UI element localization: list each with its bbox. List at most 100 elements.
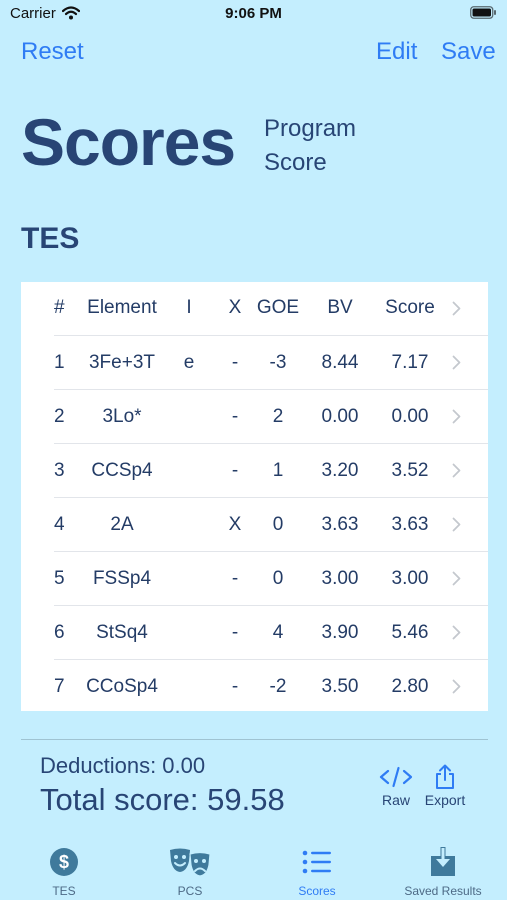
row-bonus: - [231,568,239,589]
row-score: 3.00 [391,568,429,589]
section-title-tes: TES [21,222,80,255]
subtitle-line-2: Score [264,149,327,176]
row-score: 5.46 [391,622,429,643]
row-score: 3.63 [391,514,429,535]
elements-table: # Element I X GOE BV Score 1 3Fe+3T e - … [21,282,488,711]
row-info: e [183,352,195,373]
row-element: 2A [110,514,134,535]
row-element: StSq4 [96,622,148,643]
row-number: 6 [54,622,65,643]
row-bv: 3.63 [321,514,359,535]
list-bullet-icon [302,850,331,874]
row-score: 3.52 [391,460,429,481]
chevron-right-icon [452,679,461,694]
row-bonus: - [231,622,239,643]
deductions-label: Deductions: 0.00 [40,753,206,778]
row-score: 7.17 [391,352,429,373]
row-number: 1 [54,352,65,373]
row-bv: 3.20 [321,460,359,481]
export-button[interactable]: Export [420,764,470,808]
tab-pcs[interactable]: PCS [150,846,230,898]
row-bonus: - [231,352,239,373]
tab-scores[interactable]: Scores [277,846,357,898]
row-goe: 2 [272,406,284,427]
reset-button[interactable]: Reset [21,38,84,66]
row-goe: -2 [269,676,287,697]
row-info [176,390,202,444]
row-bv: 3.50 [321,676,359,697]
download-tray-icon [431,847,455,876]
raw-button[interactable]: Raw [376,764,416,808]
row-info [176,498,202,552]
theater-masks-icon [170,848,211,877]
chevron-right-icon [452,301,461,316]
subtitle-line-1: Program [264,115,357,142]
row-number: 2 [54,406,65,427]
row-bv: 3.00 [321,568,359,589]
tab-saved-results[interactable]: Saved Results [393,846,493,898]
row-bonus: - [231,460,239,481]
tab-scores-label: Scores [298,884,336,898]
row-score: 2.80 [391,676,429,697]
header-element: Element [87,297,157,318]
battery-icon [470,6,496,19]
export-label: Export [424,792,466,808]
svg-text:$: $ [59,852,69,872]
tab-tes[interactable]: $ TES [24,846,104,898]
chevron-right-icon [452,463,461,478]
row-element: CCoSp4 [86,676,158,697]
chevron-right-icon [452,355,461,370]
row-element: 3Fe+3T [88,352,155,373]
row-goe: 0 [272,514,284,535]
row-info [176,606,202,660]
tab-pcs-label: PCS [177,884,203,898]
table-row[interactable]: 6 StSq4 - 4 3.90 5.46 [54,606,488,660]
chevron-right-icon [452,409,461,424]
row-info [176,444,202,498]
raw-label: Raw [381,792,410,808]
row-number: 7 [54,676,65,697]
table-row[interactable]: 2 3Lo* - 2 0.00 0.00 [54,390,488,444]
table-row[interactable]: 5 FSSp4 - 0 3.00 3.00 [54,552,488,606]
header-number: # [54,297,65,318]
row-info [176,552,202,606]
status-time: 9:06 PM [225,5,282,22]
chevron-right-icon [452,625,461,640]
table-row[interactable]: 4 2A X 0 3.63 3.63 [54,498,488,552]
status-bar: Carrier 9:06 PM [0,0,507,30]
header-score: Score [385,297,435,318]
row-bonus: - [231,676,239,697]
total-score-label: Total score: 59.58 [40,782,285,817]
tab-saved-label: Saved Results [404,884,482,898]
table-header-row: # Element I X GOE BV Score [54,282,488,336]
row-number: 5 [54,568,65,589]
page-title: Scores [21,105,236,179]
table-row[interactable]: 1 3Fe+3T e - -3 8.44 7.17 [54,336,488,390]
header-goe: GOE [256,297,300,318]
summary-divider [21,739,488,740]
header-bonus: X [228,297,242,318]
row-bonus: - [231,406,239,427]
row-goe: 1 [272,460,284,481]
row-number: 3 [54,460,65,481]
edit-button[interactable]: Edit [376,38,417,66]
row-goe: 4 [272,622,284,643]
chevron-right-icon [452,571,461,586]
row-bv: 8.44 [321,352,359,373]
page-subtitle: Program Score [264,112,356,180]
header-info: I [186,297,192,318]
row-element: FSSp4 [92,568,152,589]
scores-screen: Carrier 9:06 PM Reset Edit Save Scores P… [0,0,507,900]
code-icon [379,766,413,788]
table-row[interactable]: 3 CCSp4 - 1 3.20 3.52 [54,444,488,498]
row-number: 4 [54,514,65,535]
row-goe: 0 [272,568,284,589]
table-row[interactable]: 7 CCoSp4 - -2 3.50 2.80 [54,660,488,714]
save-button[interactable]: Save [441,38,496,66]
header-bv: BV [327,297,353,318]
row-goe: -3 [269,352,287,373]
tab-tes-label: TES [52,884,76,898]
row-bv: 0.00 [321,406,359,427]
row-info [176,660,202,714]
row-bv: 3.90 [321,622,359,643]
